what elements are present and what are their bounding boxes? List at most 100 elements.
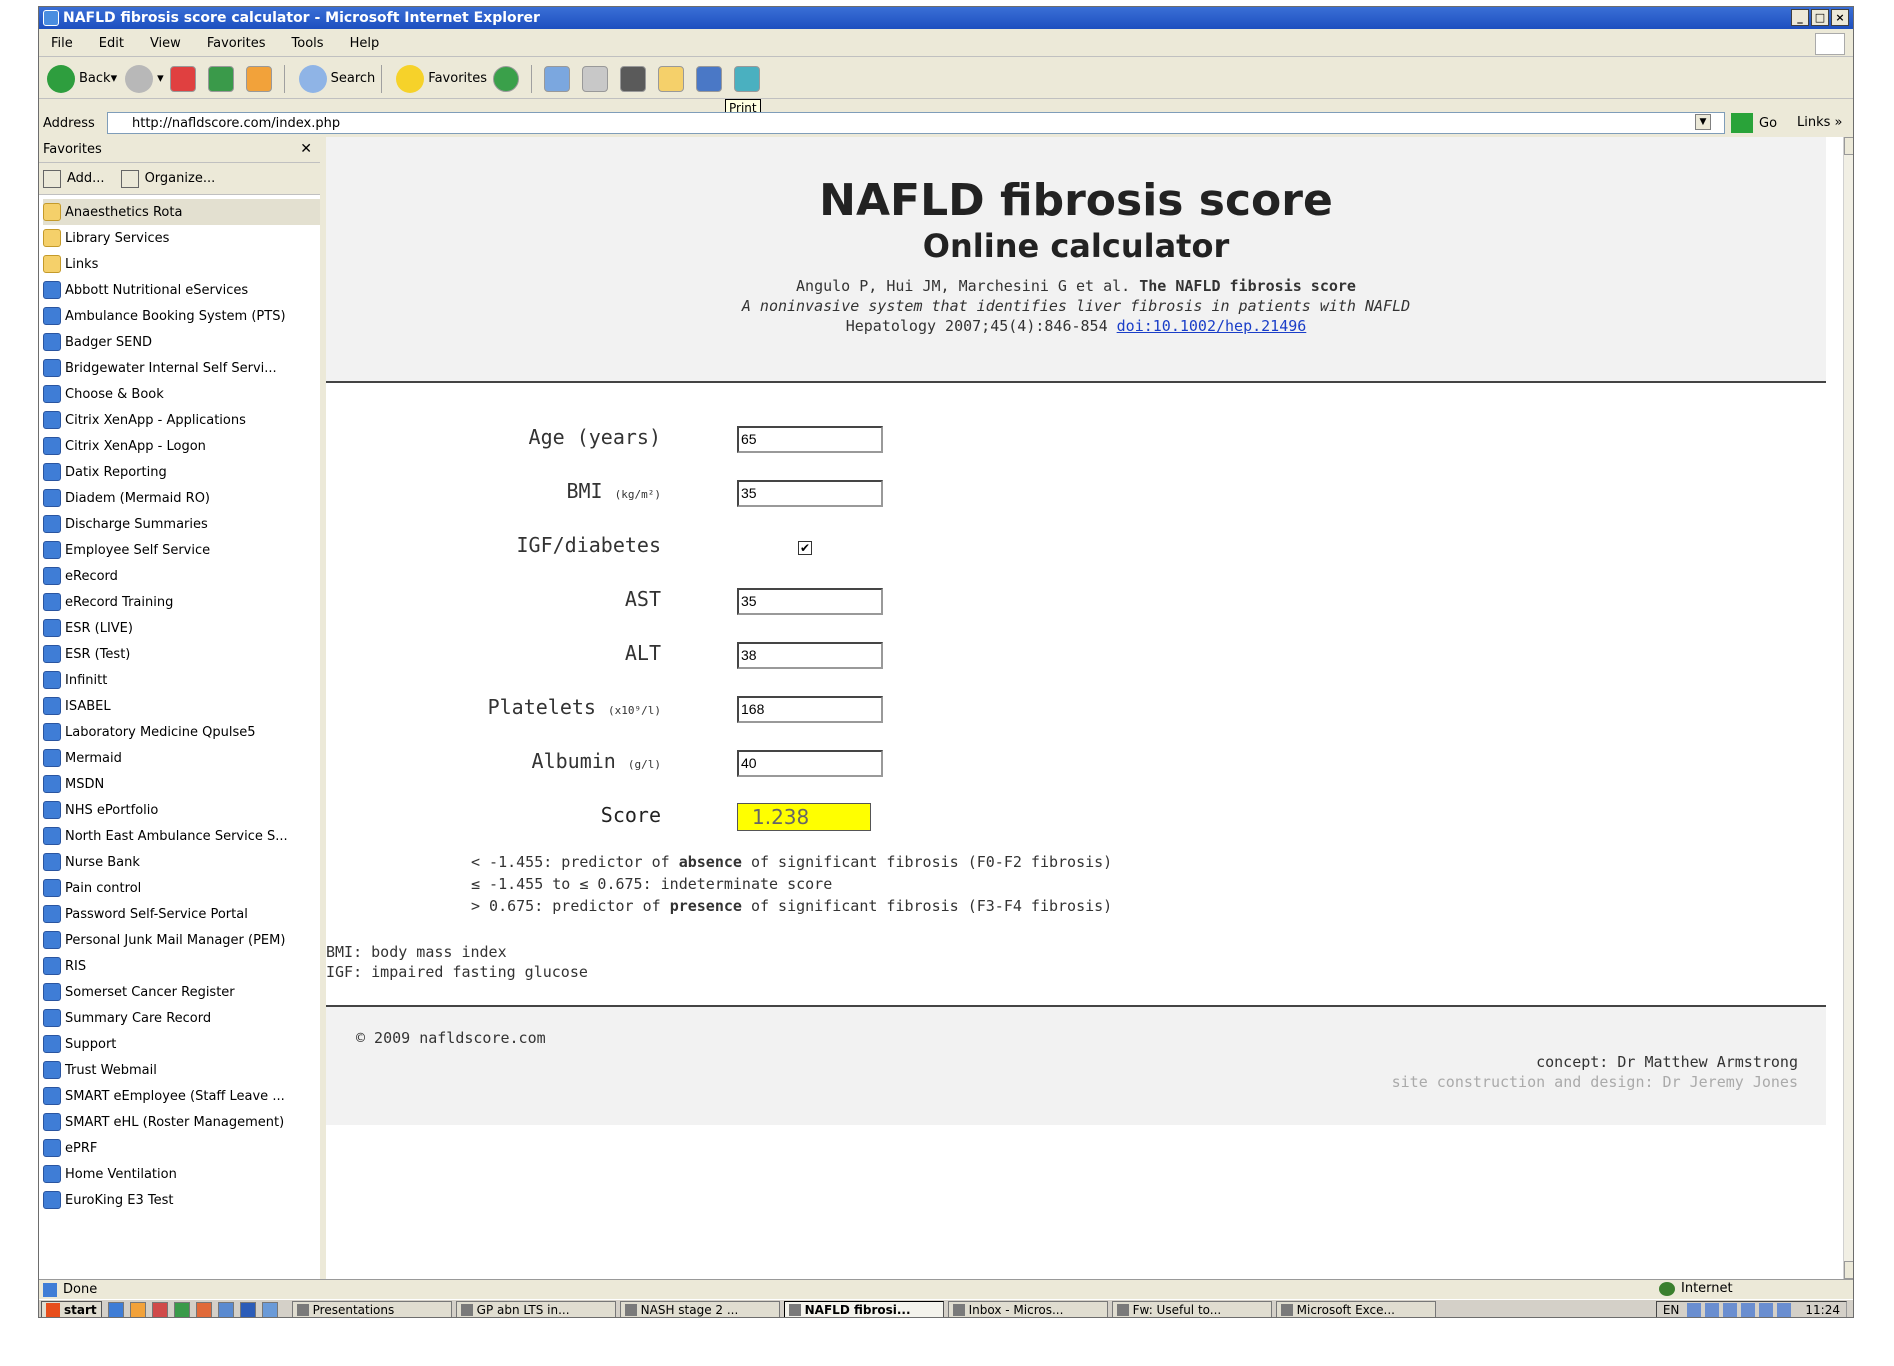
favorites-item[interactable]: Somerset Cancer Register (43, 979, 320, 1005)
maximize-button[interactable]: □ (1811, 9, 1829, 26)
add-favorite-button[interactable]: Add... (43, 169, 105, 188)
alt-input[interactable]: 38 (737, 642, 883, 669)
favorites-item[interactable]: Support (43, 1031, 320, 1057)
favorites-item[interactable]: North East Ambulance Service S... (43, 823, 320, 849)
taskbar-item-active[interactable]: NAFLD fibrosi... (783, 1300, 944, 1317)
menu-edit[interactable]: Edit (99, 36, 124, 51)
home-icon[interactable] (245, 65, 272, 92)
close-button[interactable]: × (1831, 9, 1849, 26)
taskbar-item[interactable]: NASH stage 2 ... (619, 1300, 780, 1317)
refresh-icon[interactable] (207, 65, 234, 92)
favorites-item[interactable]: Ambulance Booking System (PTS) (43, 303, 320, 329)
favorites-item[interactable]: Pain control (43, 875, 320, 901)
favorites-item[interactable]: Password Self-Service Portal (43, 901, 320, 927)
tray-icon[interactable] (1687, 1303, 1702, 1317)
favorites-item[interactable]: ePRF (43, 1135, 320, 1161)
favorites-item[interactable]: Discharge Summaries (43, 511, 320, 537)
address-dropdown-icon[interactable]: ▼ (1695, 114, 1711, 130)
vertical-scrollbar[interactable] (1843, 137, 1853, 1279)
stop-icon[interactable] (169, 65, 196, 92)
tray-icon[interactable] (1705, 1303, 1720, 1317)
quicklaunch-publisher-icon[interactable] (217, 1301, 234, 1317)
platelets-input[interactable]: 168 (737, 696, 883, 723)
favorites-item[interactable]: Diadem (Mermaid RO) (43, 485, 320, 511)
scroll-up-icon[interactable] (1844, 137, 1853, 155)
favorites-item[interactable]: Laboratory Medicine Qpulse5 (43, 719, 320, 745)
taskbar-item[interactable]: Microsoft Exce... (1275, 1300, 1436, 1317)
search-button[interactable]: Search (298, 64, 375, 93)
links-button[interactable]: Links » (1797, 115, 1843, 130)
taskbar-item[interactable]: Fw: Useful to... (1111, 1300, 1272, 1317)
menu-view[interactable]: View (150, 36, 181, 51)
language-indicator[interactable]: EN (1663, 1303, 1680, 1317)
favorites-item[interactable]: Links (43, 251, 320, 277)
address-input[interactable]: http://nafldscore.com/index.php (107, 112, 1725, 134)
quicklaunch-ie-icon[interactable] (107, 1301, 124, 1317)
scroll-down-icon[interactable] (1844, 1261, 1853, 1279)
favorites-item[interactable]: Abbott Nutritional eServices (43, 277, 320, 303)
taskbar-item[interactable]: GP abn LTS in... (455, 1300, 616, 1317)
favorites-item[interactable]: Anaesthetics Rota (43, 199, 320, 225)
favorites-item[interactable]: SMART eHL (Roster Management) (43, 1109, 320, 1135)
favorites-item[interactable]: Choose & Book (43, 381, 320, 407)
history-icon[interactable] (493, 65, 520, 92)
quicklaunch-outlook-icon[interactable] (129, 1301, 146, 1317)
age-input[interactable]: 65 (737, 426, 883, 453)
favorites-item[interactable]: Mermaid (43, 745, 320, 771)
favorites-button[interactable]: Favorites (396, 64, 487, 93)
start-button[interactable]: start (41, 1300, 102, 1317)
forward-button[interactable]: ▾ (125, 64, 164, 93)
favorites-item[interactable]: Infinitt (43, 667, 320, 693)
close-favorites-icon[interactable]: ✕ (300, 141, 312, 157)
tray-icon[interactable] (1741, 1303, 1756, 1317)
tray-icon[interactable] (1723, 1303, 1738, 1317)
tray-icon[interactable] (1777, 1303, 1792, 1317)
favorites-item[interactable]: Personal Junk Mail Manager (PEM) (43, 927, 320, 953)
minimize-button[interactable]: _ (1791, 9, 1809, 26)
menu-favorites[interactable]: Favorites (207, 36, 266, 51)
back-button[interactable]: Back ▾ (47, 64, 117, 93)
favorites-item[interactable]: Summary Care Record (43, 1005, 320, 1031)
igf-checkbox[interactable]: ✔ (798, 541, 812, 555)
bmi-input[interactable]: 35 (737, 480, 883, 507)
favorites-item[interactable]: ESR (Test) (43, 641, 320, 667)
favorites-item[interactable]: SMART eEmployee (Staff Leave ... (43, 1083, 320, 1109)
print-icon[interactable] (582, 65, 609, 92)
favorites-item[interactable]: Citrix XenApp - Logon (43, 433, 320, 459)
go-button[interactable]: Go (1731, 113, 1777, 133)
menu-tools[interactable]: Tools (292, 36, 324, 51)
favorites-item[interactable]: Employee Self Service (43, 537, 320, 563)
favorites-item[interactable]: Nurse Bank (43, 849, 320, 875)
favorites-item[interactable]: Datix Reporting (43, 459, 320, 485)
quicklaunch-desktop-icon[interactable] (261, 1301, 278, 1317)
menu-help[interactable]: Help (350, 36, 380, 51)
ast-input[interactable]: 35 (737, 588, 883, 615)
favorites-item[interactable]: MSDN (43, 771, 320, 797)
favorites-item[interactable]: RIS (43, 953, 320, 979)
favorites-item[interactable]: Badger SEND (43, 329, 320, 355)
favorites-item[interactable]: ISABEL (43, 693, 320, 719)
favorites-item[interactable]: NHS ePortfolio (43, 797, 320, 823)
menu-file[interactable]: File (51, 36, 73, 51)
messenger-icon[interactable] (696, 65, 723, 92)
quicklaunch-word-icon[interactable] (239, 1301, 256, 1317)
taskbar-item[interactable]: Inbox - Micros... (947, 1300, 1108, 1317)
favorites-item[interactable]: eRecord (43, 563, 320, 589)
quicklaunch-app-icon[interactable] (195, 1301, 212, 1317)
folder-icon[interactable] (658, 65, 685, 92)
favorites-item[interactable]: Library Services (43, 225, 320, 251)
research-icon[interactable] (734, 65, 761, 92)
albumin-input[interactable]: 40 (737, 750, 883, 777)
quicklaunch-excel-icon[interactable] (173, 1301, 190, 1317)
quicklaunch-powerpoint-icon[interactable] (151, 1301, 168, 1317)
favorites-item[interactable]: Home Ventilation (43, 1161, 320, 1187)
tray-icon[interactable] (1759, 1303, 1774, 1317)
favorites-item[interactable]: Bridgewater Internal Self Servi... (43, 355, 320, 381)
favorites-item[interactable]: ESR (LIVE) (43, 615, 320, 641)
organize-favorites-button[interactable]: Organize... (120, 169, 215, 188)
edit-icon[interactable] (620, 65, 647, 92)
taskbar-item[interactable]: Presentations (291, 1300, 452, 1317)
favorites-item[interactable]: eRecord Training (43, 589, 320, 615)
favorites-item[interactable]: EuroKing E3 Test (43, 1187, 320, 1213)
favorites-item[interactable]: Trust Webmail (43, 1057, 320, 1083)
